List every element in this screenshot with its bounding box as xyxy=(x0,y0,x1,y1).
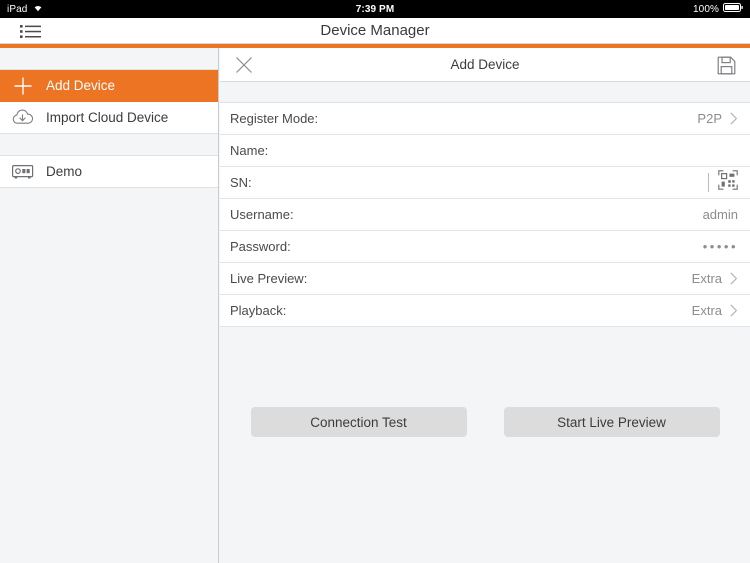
username-input-value[interactable]: admin xyxy=(703,207,738,222)
password-input-value[interactable]: ••••• xyxy=(703,239,738,254)
field-label: Username: xyxy=(230,207,294,222)
status-bar-clock: 7:39 PM xyxy=(355,3,395,15)
field-label: Password: xyxy=(230,239,291,254)
panel-header: Add Device xyxy=(220,48,750,82)
chevron-right-icon xyxy=(730,272,738,285)
sidebar-gap-top xyxy=(0,48,218,70)
field-value: Extra xyxy=(691,271,722,286)
form-row-name[interactable]: Name: xyxy=(220,135,750,167)
vertical-divider xyxy=(708,173,709,192)
status-bar-right: 100% xyxy=(693,3,743,15)
battery-full-icon xyxy=(723,3,743,15)
top-navigation-bar: Device Manager xyxy=(0,18,750,44)
dvr-device-icon xyxy=(0,163,46,181)
app-root: iPad 7:39 PM 100% Device Manager Add Dev… xyxy=(0,0,750,563)
field-label: Playback: xyxy=(230,303,287,318)
form-row-live-preview[interactable]: Live Preview: Extra xyxy=(220,263,750,295)
main-panel: Add Device Register Mode: P2P Name: SN: … xyxy=(220,48,750,563)
add-device-form: Register Mode: P2P Name: SN: Username: a… xyxy=(220,103,750,327)
field-label: SN: xyxy=(230,175,252,190)
sidebar-item-label: Add Device xyxy=(46,78,116,93)
form-row-register-mode[interactable]: Register Mode: P2P xyxy=(220,103,750,135)
battery-percent-label: 100% xyxy=(693,3,719,15)
field-label: Register Mode: xyxy=(230,111,319,126)
field-value: Extra xyxy=(691,303,722,318)
chevron-right-icon xyxy=(730,112,738,125)
form-row-playback[interactable]: Playback: Extra xyxy=(220,295,750,327)
start-live-preview-button[interactable]: Start Live Preview xyxy=(503,407,720,437)
field-label: Name: xyxy=(230,143,269,158)
plus-icon xyxy=(0,75,46,97)
qr-scan-control[interactable] xyxy=(708,170,738,195)
sidebar: Add Device Import Cloud Device Demo xyxy=(0,48,219,563)
chevron-right-icon xyxy=(730,304,738,317)
save-floppy-icon[interactable] xyxy=(717,56,736,75)
ios-status-bar: iPad 7:39 PM 100% xyxy=(0,0,750,18)
panel-title: Add Device xyxy=(450,57,520,72)
action-button-row: Connection Test Start Live Preview xyxy=(220,407,750,437)
cloud-download-icon xyxy=(0,108,46,127)
sidebar-gap-middle xyxy=(0,134,218,156)
connection-test-button[interactable]: Connection Test xyxy=(250,407,467,437)
form-row-password[interactable]: Password: ••••• xyxy=(220,231,750,263)
page-title: Device Manager xyxy=(320,22,430,39)
field-value: P2P xyxy=(697,111,722,126)
sidebar-item-import-cloud-device[interactable]: Import Cloud Device xyxy=(0,102,218,134)
form-row-username[interactable]: Username: admin xyxy=(220,199,750,231)
sidebar-item-add-device[interactable]: Add Device xyxy=(0,70,218,102)
qr-scan-icon[interactable] xyxy=(718,170,738,195)
sidebar-item-label: Demo xyxy=(46,164,83,179)
sidebar-item-label: Import Cloud Device xyxy=(46,110,169,125)
field-label: Live Preview: xyxy=(230,271,308,286)
sidebar-item-demo[interactable]: Demo xyxy=(0,156,218,188)
panel-top-spacer xyxy=(220,82,750,103)
form-row-sn[interactable]: SN: xyxy=(220,167,750,199)
